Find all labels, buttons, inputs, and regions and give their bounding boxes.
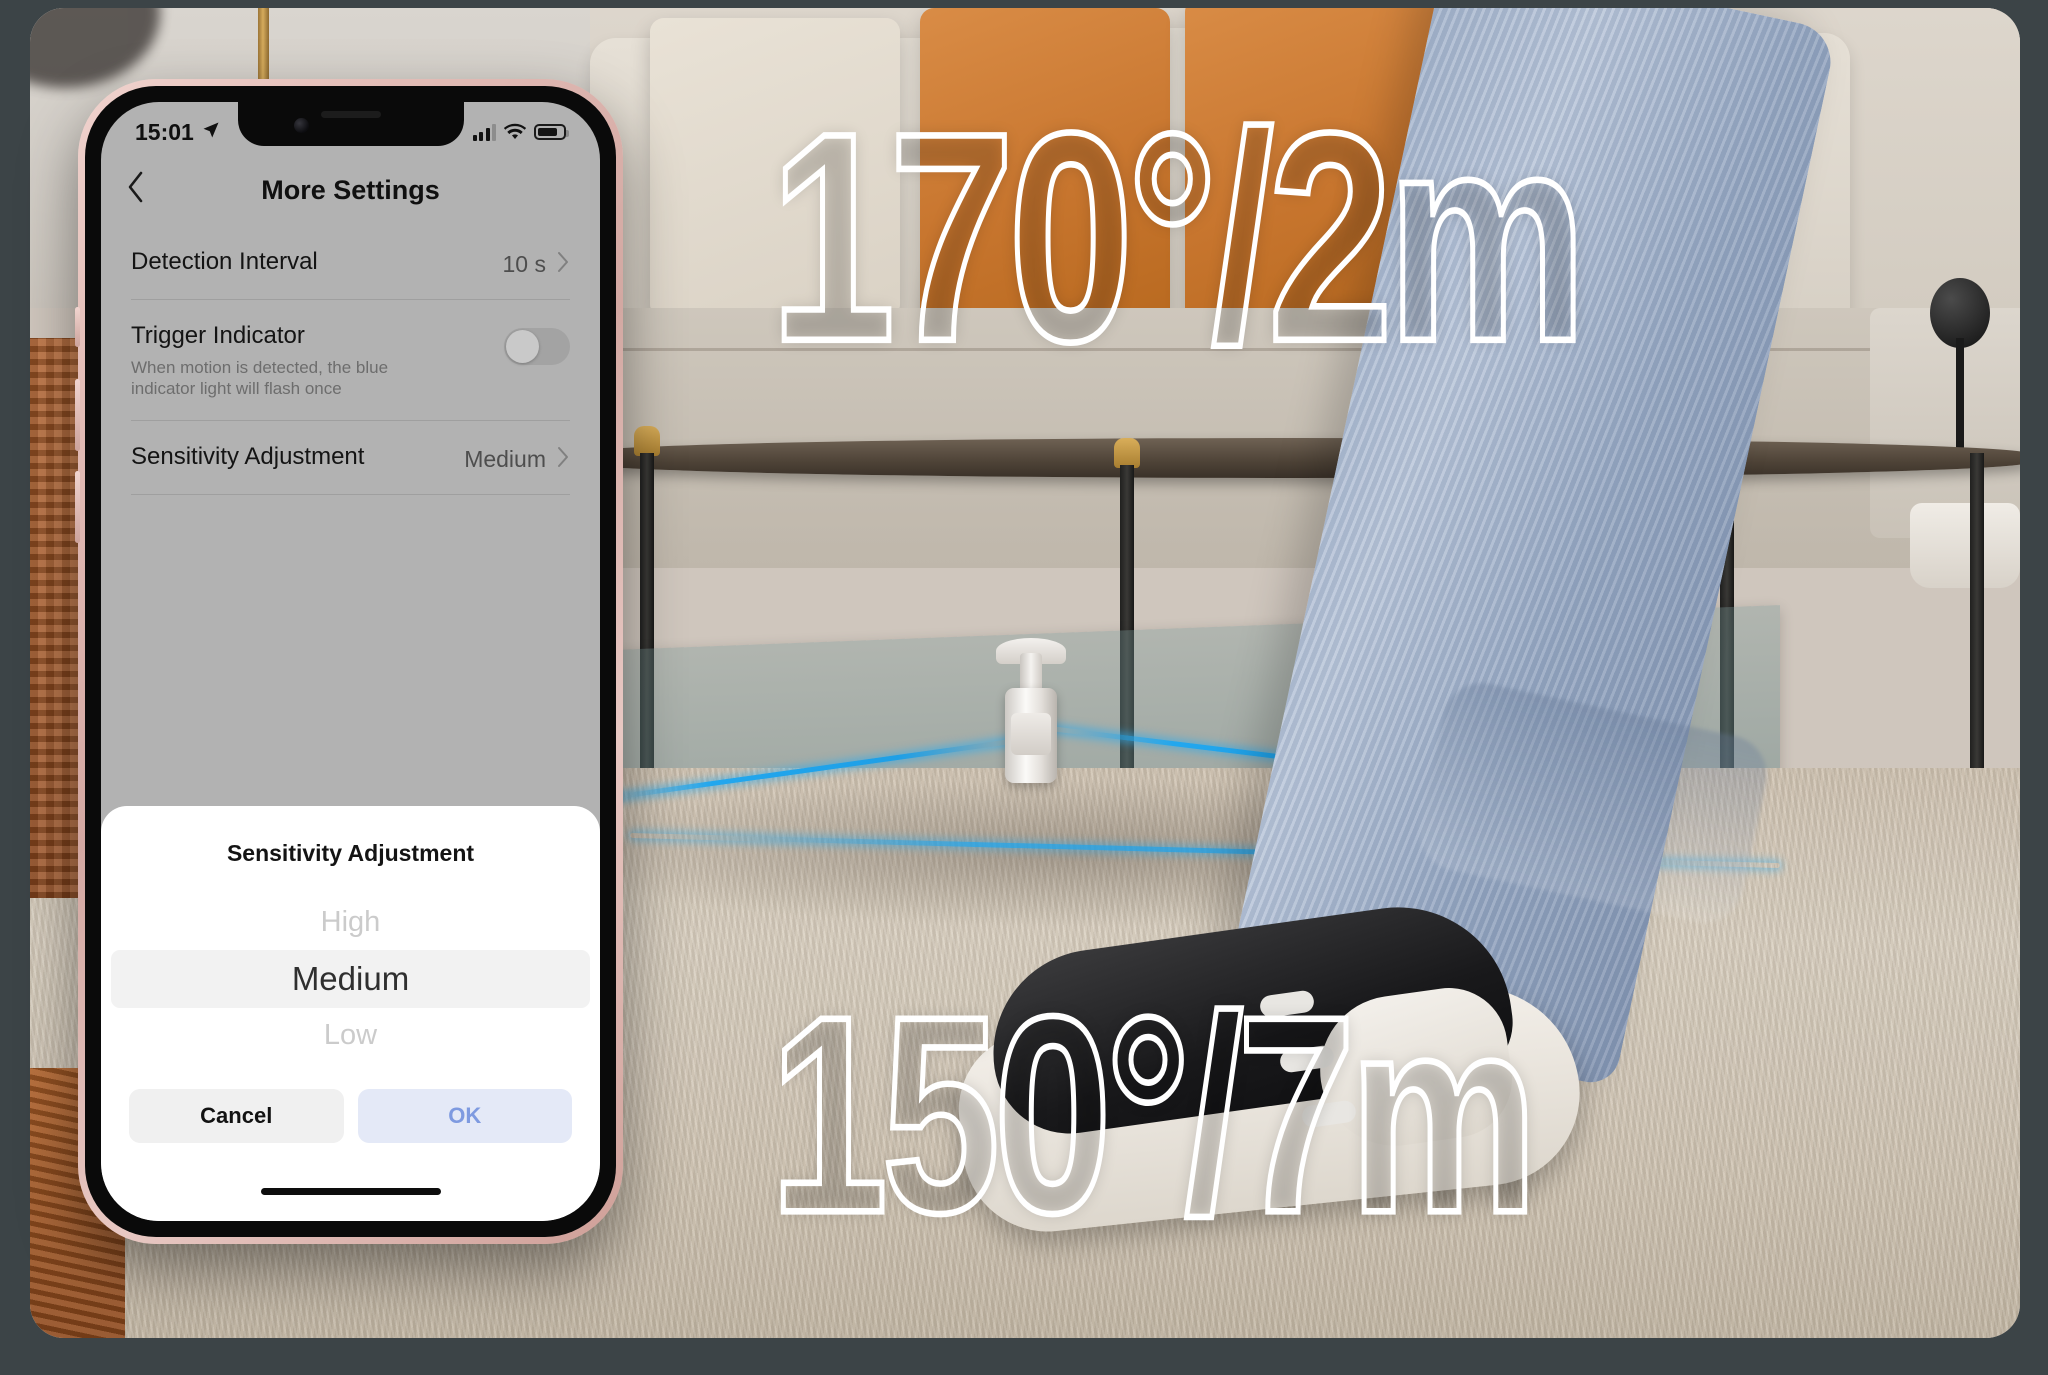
sensitivity-picker[interactable]: High Medium Low: [101, 895, 600, 1063]
picker-option-low[interactable]: Low: [101, 1008, 600, 1063]
outer-frame: 170°/2m 150°/7m 15:01 More Settings Dete…: [0, 0, 2048, 1375]
volume-down-button[interactable]: [75, 471, 80, 543]
decor-stem: [1956, 338, 1964, 448]
page-title: More Settings: [261, 174, 440, 205]
notch: [237, 102, 464, 146]
sheet-title: Sensitivity Adjustment: [226, 840, 475, 866]
settings-row-detection-interval[interactable]: Detection Interval 10 s: [131, 226, 570, 300]
wifi-icon: [503, 119, 527, 146]
navigation-bar: More Settings: [101, 154, 600, 226]
settings-row-sensitivity-adjustment[interactable]: Sensitivity Adjustment Medium: [131, 421, 570, 496]
row-label: Sensitivity Adjustment: [131, 443, 365, 471]
battery-icon: [534, 124, 569, 140]
ok-button[interactable]: OK: [357, 1089, 572, 1143]
row-value-group: 10 s: [503, 248, 570, 279]
row-text-group: Trigger Indicator When motion is detecte…: [131, 322, 431, 400]
sensitivity-picker-sheet: Sensitivity Adjustment High Medium Low C…: [101, 806, 600, 1221]
toggle-knob: [506, 330, 539, 363]
cellular-bars-icon: [472, 123, 496, 141]
row-label: Trigger Indicator: [131, 322, 305, 349]
home-indicator[interactable]: [260, 1188, 441, 1195]
volume-up-button[interactable]: [75, 379, 80, 451]
earpiece-speaker: [320, 111, 381, 118]
table-leg-cap: [634, 426, 660, 456]
front-camera-icon: [293, 118, 309, 133]
chevron-right-icon: [556, 445, 570, 474]
picker-option-high[interactable]: High: [101, 895, 600, 950]
sheet-actions: Cancel OK: [101, 1089, 600, 1143]
settings-list: Detection Interval 10 s Trigger Indicato…: [101, 226, 600, 496]
cancel-button[interactable]: Cancel: [129, 1089, 344, 1143]
sensor-mount-stem: [1020, 653, 1042, 693]
decor-vase: [1910, 503, 2020, 588]
coffee-table-top: [570, 438, 2020, 478]
mute-switch[interactable]: [75, 307, 80, 347]
phone-bezel: 15:01 More Settings Detection Interval 1…: [85, 86, 616, 1237]
spec-label-top: 170°/2m: [767, 67, 1589, 406]
spec-label-bottom: 150°/7m: [768, 955, 1541, 1274]
row-value: 10 s: [502, 251, 546, 277]
row-label: Detection Interval: [131, 248, 318, 275]
table-leg-cap: [1114, 438, 1140, 468]
row-value-group: Medium: [464, 443, 570, 474]
row-description: When motion is detected, the blue indica…: [131, 357, 389, 399]
settings-row-trigger-indicator[interactable]: Trigger Indicator When motion is detecte…: [131, 300, 570, 422]
location-arrow-icon: [201, 119, 221, 146]
phone-device: 15:01 More Settings Detection Interval 1…: [75, 79, 623, 1244]
sensor-lens: [1011, 713, 1051, 755]
status-time: 15:01: [135, 118, 194, 145]
trigger-indicator-toggle[interactable]: [504, 328, 570, 365]
status-bar-left: 15:01: [135, 119, 221, 146]
phone-screen: 15:01 More Settings Detection Interval 1…: [101, 102, 600, 1221]
picker-option-medium[interactable]: Medium: [111, 950, 590, 1008]
status-bar-right: [472, 119, 569, 146]
row-value: Medium: [464, 446, 546, 473]
chevron-right-icon: [556, 250, 570, 279]
